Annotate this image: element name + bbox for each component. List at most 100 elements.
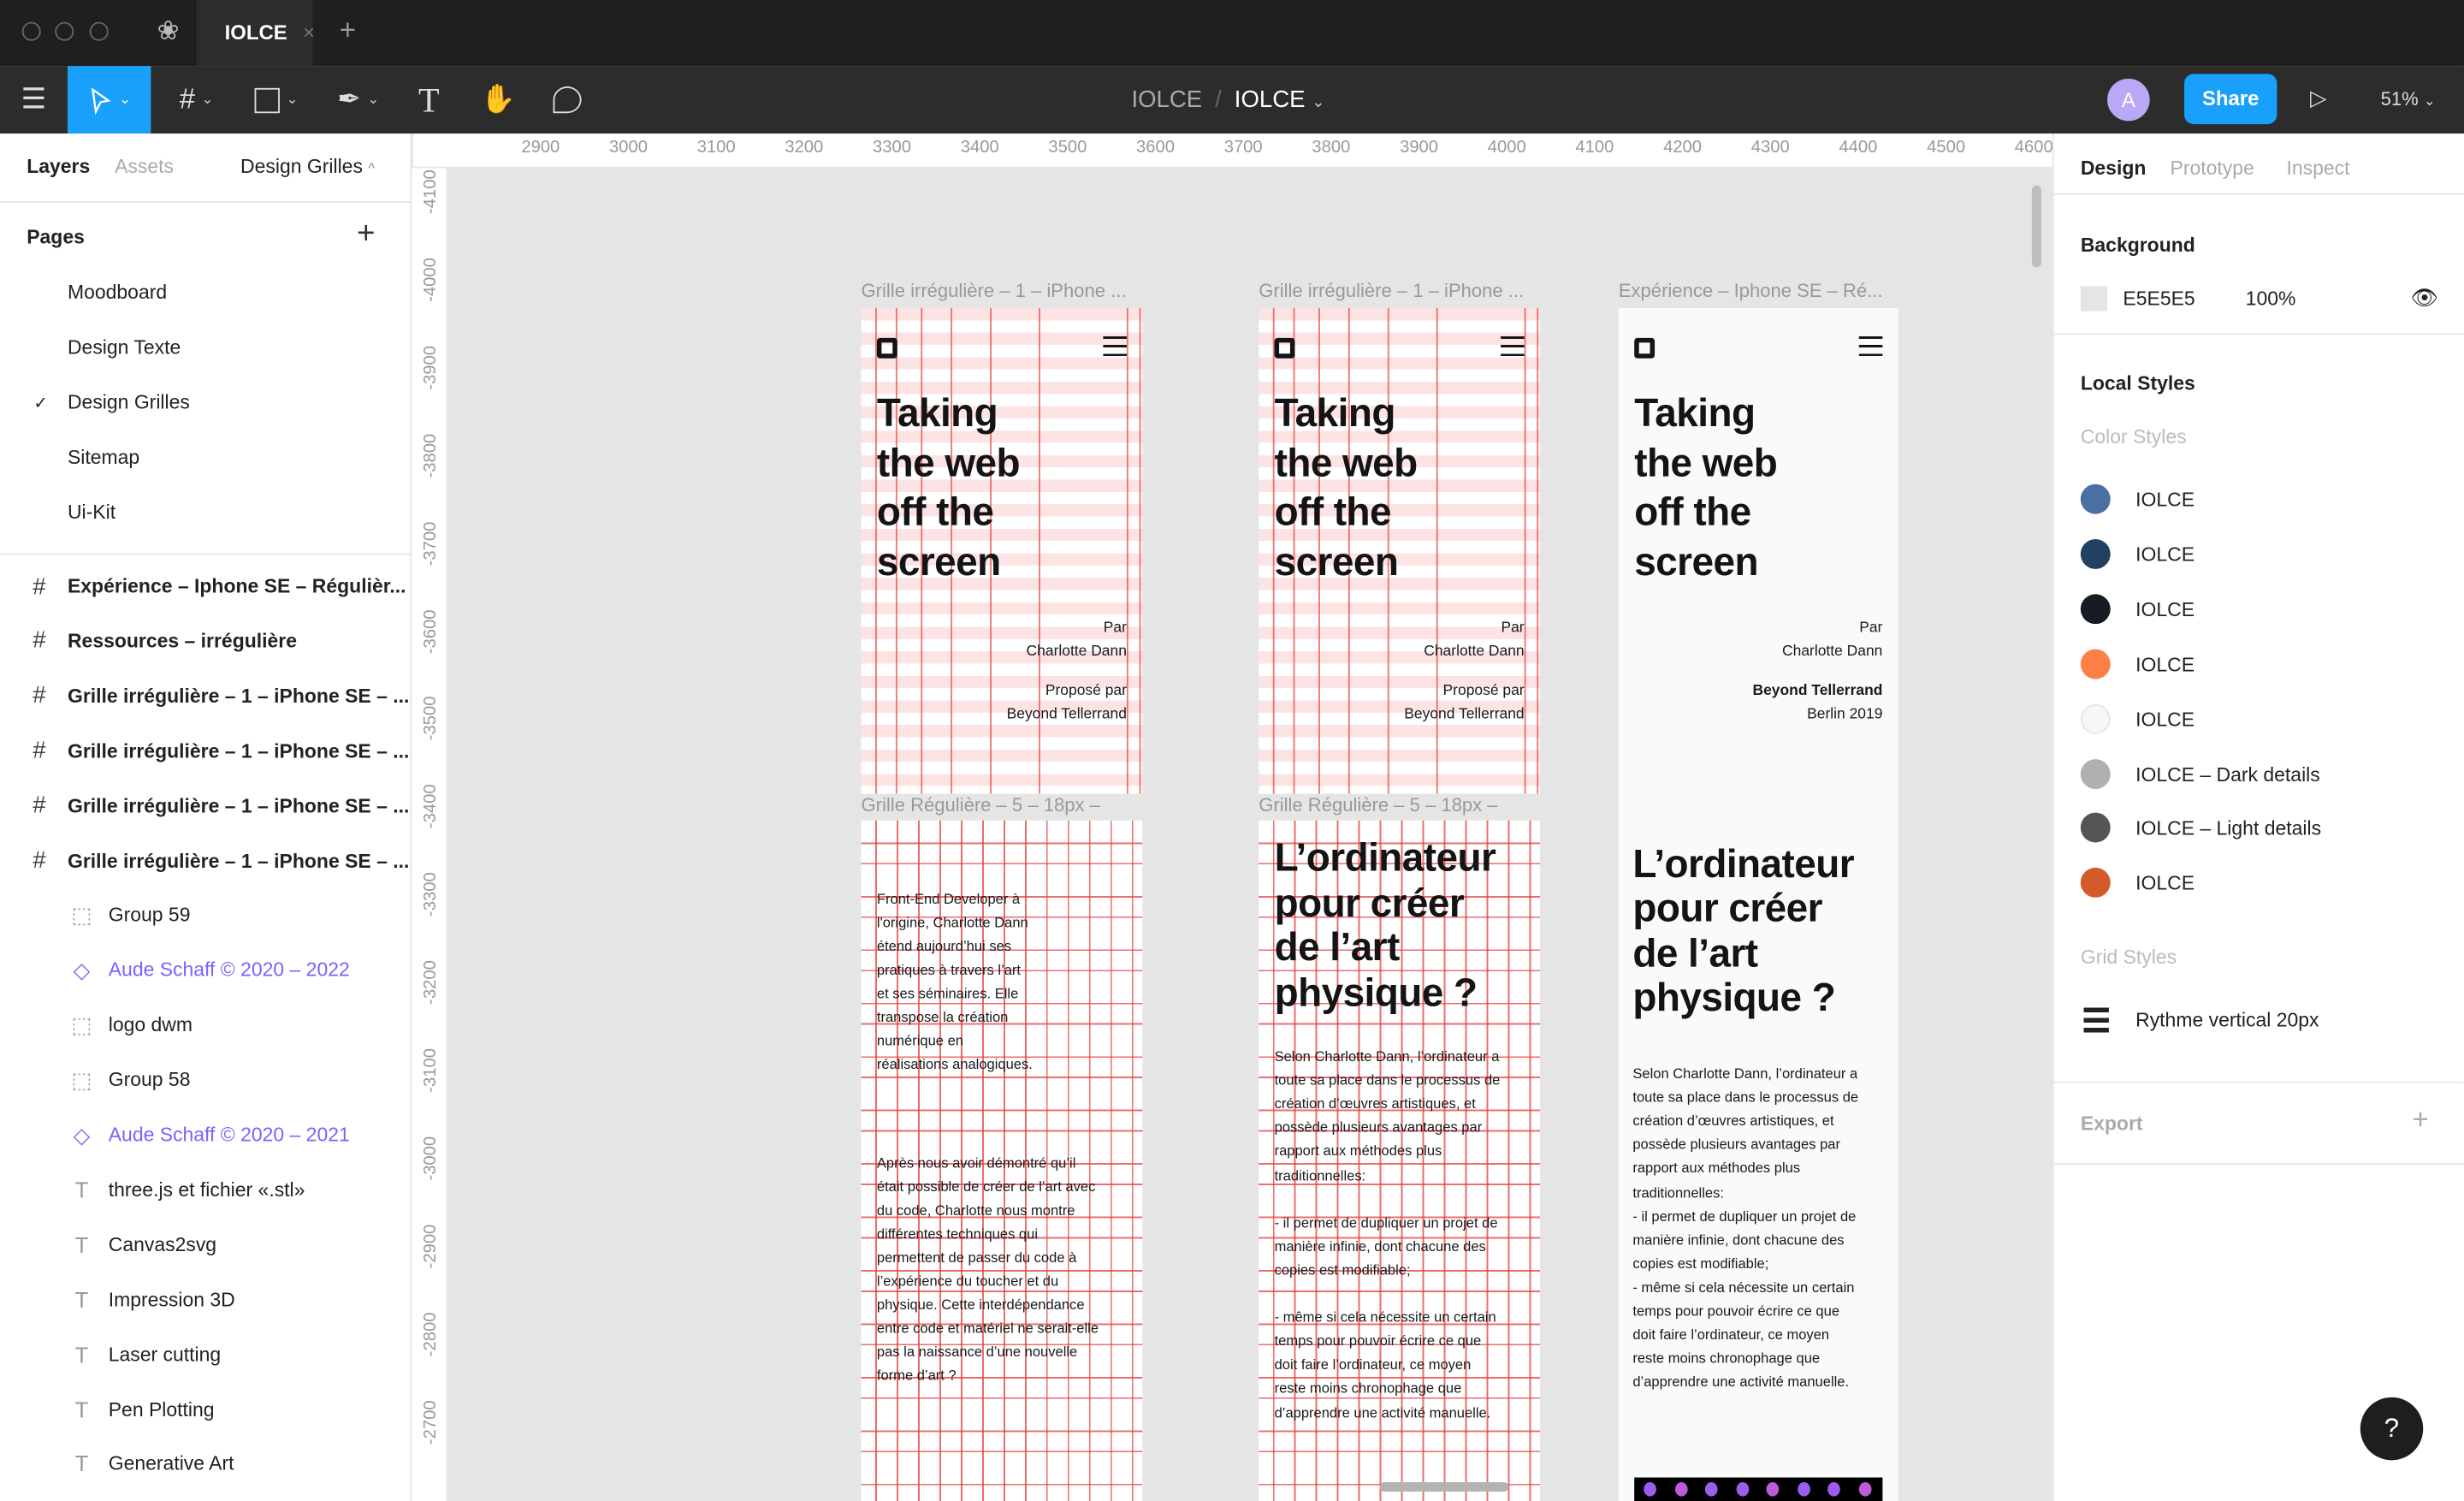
intro-line: Front-End Developer à [876,891,1021,907]
vertical-scrollbar[interactable] [2031,185,2041,268]
background-opacity-input[interactable]: 100% [2246,288,2296,310]
color-style-name[interactable]: IOLCE – Light details [2135,818,2321,840]
file-tab[interactable]: IOLCE × [196,0,315,67]
new-tab-button[interactable]: + [340,15,356,48]
layer-item[interactable]: ⬚ logo dwm [0,1001,412,1048]
frame-label[interactable]: Grille Régulière – 5 – 18px – [862,794,1100,816]
close-tab-icon[interactable]: × [303,21,315,44]
color-style-swatch[interactable] [2080,538,2111,569]
figma-logo-icon[interactable]: ❀ [157,15,180,47]
tab-layers[interactable]: Layers [27,156,90,178]
minimize-window-button[interactable] [55,21,74,41]
frame-experience-final[interactable]: Taking the web off the screen Par Charlotte D… [1618,307,1898,1501]
rectangle-tool-button[interactable]: ⌄ [244,66,310,133]
tab-inspect[interactable]: Inspect [2286,157,2349,180]
layer-item[interactable]: ⬚ Group 58 [0,1056,412,1103]
layer-item[interactable]: # Grille irrégulière – 1 – iPhone SE – ..… [0,837,412,884]
layer-item[interactable]: ⬚ Group 59 [0,892,412,939]
tab-prototype[interactable]: Prototype [2171,157,2254,180]
page-dropdown[interactable]: Design Grilles ^ [240,156,375,178]
page-item[interactable]: Ui-Kit [0,489,412,536]
intro-line: différentes techniques qui [876,1225,1038,1243]
color-style-swatch[interactable] [2080,868,2111,899]
close-window-button[interactable] [21,21,41,41]
hand-tool-button[interactable]: ✋ [475,66,522,133]
frame-label[interactable]: Grille irrégulière – 1 – iPhone ... [862,280,1127,302]
layer-item-label: Canvas2svg [108,1233,217,1256]
layer-item[interactable]: # Grille irrégulière – 1 – iPhone SE – ..… [0,673,412,720]
layer-item[interactable]: # Ressources – irrégulière [0,618,412,665]
present-button[interactable]: ▷ [2310,85,2327,111]
page-item[interactable]: Moodboard [0,269,412,316]
frame-label[interactable]: Expérience – Iphone SE – Ré... [1619,280,1883,302]
background-color-swatch[interactable] [2080,286,2108,311]
chevron-down-icon[interactable]: ⌄ [1312,94,1324,111]
color-style-swatch[interactable] [2080,703,2111,734]
layer-item[interactable]: T Laser cutting [0,1331,412,1378]
frame-tool-button[interactable]: # ⌄ [163,66,229,133]
layer-item[interactable]: # Expérience – Iphone SE – Régulièr... [0,563,412,610]
help-button[interactable]: ? [2360,1397,2424,1461]
section-body-line: Selon Charlotte Dann, l’ordinateur a [1274,1048,1500,1065]
color-style-name[interactable]: IOLCE [2135,543,2194,566]
hamburger-menu-icon[interactable] [1501,336,1525,357]
comment-tool-button[interactable] [544,66,591,133]
color-style-swatch[interactable] [2080,484,2111,514]
layer-item[interactable]: ◇ Aude Schaff © 2020 – 2022 [0,946,412,994]
ruler-y-tick: -3400 [421,784,441,829]
layer-item[interactable]: T Canvas2svg [0,1221,412,1268]
color-style-name[interactable]: IOLCE – Dark details [2135,763,2320,786]
tab-assets[interactable]: Assets [115,156,174,178]
maximize-window-button[interactable] [89,21,109,41]
text-tool-button[interactable]: T [406,66,453,133]
frame-hero-irregular-grid[interactable]: Taking the web off the screen Par Charlotte D… [861,307,1143,794]
move-tool-button[interactable]: ⌄ [67,66,151,134]
color-style-name[interactable]: IOLCE [2135,654,2194,676]
layer-item-label: Laser cutting [108,1343,222,1366]
page-item[interactable]: Sitemap [0,434,412,481]
layer-item[interactable]: # Grille irrégulière – 1 – iPhone SE – ..… [0,727,412,774]
breadcrumb-file[interactable]: IOLCE [1235,86,1306,113]
layer-item[interactable]: T Impression 3D [0,1276,412,1323]
tab-design[interactable]: Design [2081,157,2147,180]
frame-regular-grid[interactable]: L’ordinateur pour créer de l’art physique ?… [1259,820,1540,1501]
color-style-name[interactable]: IOLCE [2135,598,2194,620]
logo-icon[interactable] [876,337,897,359]
page-item[interactable]: Design Texte [0,323,412,371]
logo-icon[interactable] [1274,337,1295,359]
add-export-button[interactable]: + [2412,1103,2428,1136]
layer-item[interactable]: ◇ Aude Schaff © 2020 – 2021 [0,1112,412,1159]
color-style-swatch[interactable] [2080,593,2111,624]
frame-hero-irregular-grid[interactable]: Taking the web off the screen Par Charlotte D… [1259,307,1540,794]
logo-icon[interactable] [1634,337,1656,359]
add-page-button[interactable]: + [357,217,375,252]
page-item[interactable]: ✓ Design Grilles [0,379,412,426]
frame-regular-grid[interactable]: Front-End Developer à l'origine, Charlott… [861,820,1143,1501]
zoom-dropdown[interactable]: 51% ⌄ [2381,88,2436,110]
chevron-up-icon: ^ [368,160,376,176]
layer-item[interactable]: T Pen Plotting [0,1385,412,1433]
visibility-eye-icon[interactable]: 👁 [2411,284,2439,311]
color-style-name[interactable]: IOLCE [2135,709,2194,731]
color-style-name[interactable]: IOLCE [2135,873,2194,895]
color-style-name[interactable]: IOLCE [2135,489,2194,511]
ruler-x-tick: 3600 [1136,138,1176,157]
layer-item[interactable]: T Generative Art [0,1440,412,1487]
hamburger-menu-icon[interactable] [1858,336,1883,357]
hamburger-menu-icon[interactable] [1103,336,1127,357]
layer-item[interactable]: # Grille irrégulière – 1 – iPhone SE – ..… [0,782,412,829]
horizontal-scrollbar[interactable] [1379,1482,1509,1492]
frame-label[interactable]: Grille Régulière – 5 – 18px – [1259,794,1497,816]
share-button[interactable]: Share [2184,74,2277,125]
main-menu-button[interactable]: ☰ [0,66,68,133]
avatar[interactable]: A [2107,78,2150,122]
grid-style-item[interactable]: Rythme vertical 20px [2135,1009,2319,1031]
breadcrumb-team[interactable]: IOLCE [1131,86,1202,113]
color-style-swatch[interactable] [2080,813,2111,844]
frame-label[interactable]: Grille irrégulière – 1 – iPhone ... [1259,280,1524,302]
color-style-swatch[interactable] [2080,648,2111,679]
color-style-swatch[interactable] [2080,758,2111,789]
background-hex-input[interactable]: E5E5E5 [2123,288,2194,310]
layer-item[interactable]: Tthree.js et fichier «.stl» [0,1166,412,1213]
pen-tool-button[interactable]: ✒ ⌄ [325,66,391,133]
